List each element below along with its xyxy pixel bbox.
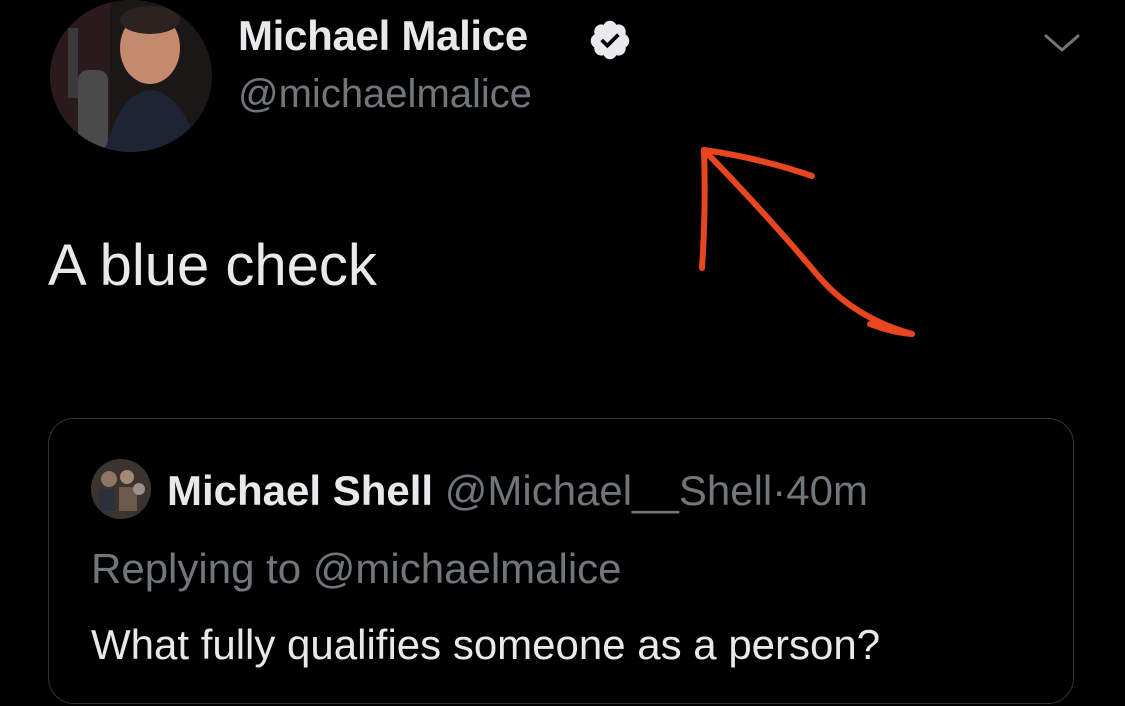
- verified-badge-icon: [590, 20, 630, 60]
- author-avatar[interactable]: [50, 0, 212, 152]
- replying-to-label: Replying to @michaelmalice: [91, 545, 622, 592]
- author-display-name[interactable]: Michael Malice: [238, 12, 528, 60]
- profile-photo-icon: [50, 0, 212, 152]
- quoted-tweet-header: Michael Shell @Michael__Shell·40m: [167, 467, 868, 515]
- chevron-down-icon[interactable]: [1042, 30, 1082, 56]
- quoted-author-handle[interactable]: @Michael__Shell: [445, 467, 772, 514]
- profile-photo-icon: [91, 459, 151, 519]
- author-handle[interactable]: @michaelmalice: [238, 72, 532, 117]
- quoted-tweet-card[interactable]: Michael Shell @Michael__Shell·40m Replyi…: [48, 418, 1074, 704]
- quoted-author-display-name[interactable]: Michael Shell: [167, 467, 433, 514]
- quoted-tweet-text: What fully qualifies someone as a person…: [91, 621, 881, 668]
- quoted-tweet-timestamp[interactable]: 40m: [786, 467, 868, 514]
- tweet-text: A blue check: [48, 233, 377, 298]
- separator-dot: ·: [772, 467, 787, 514]
- quoted-author-avatar[interactable]: [91, 459, 151, 519]
- annotation-arrow-icon: [699, 147, 915, 337]
